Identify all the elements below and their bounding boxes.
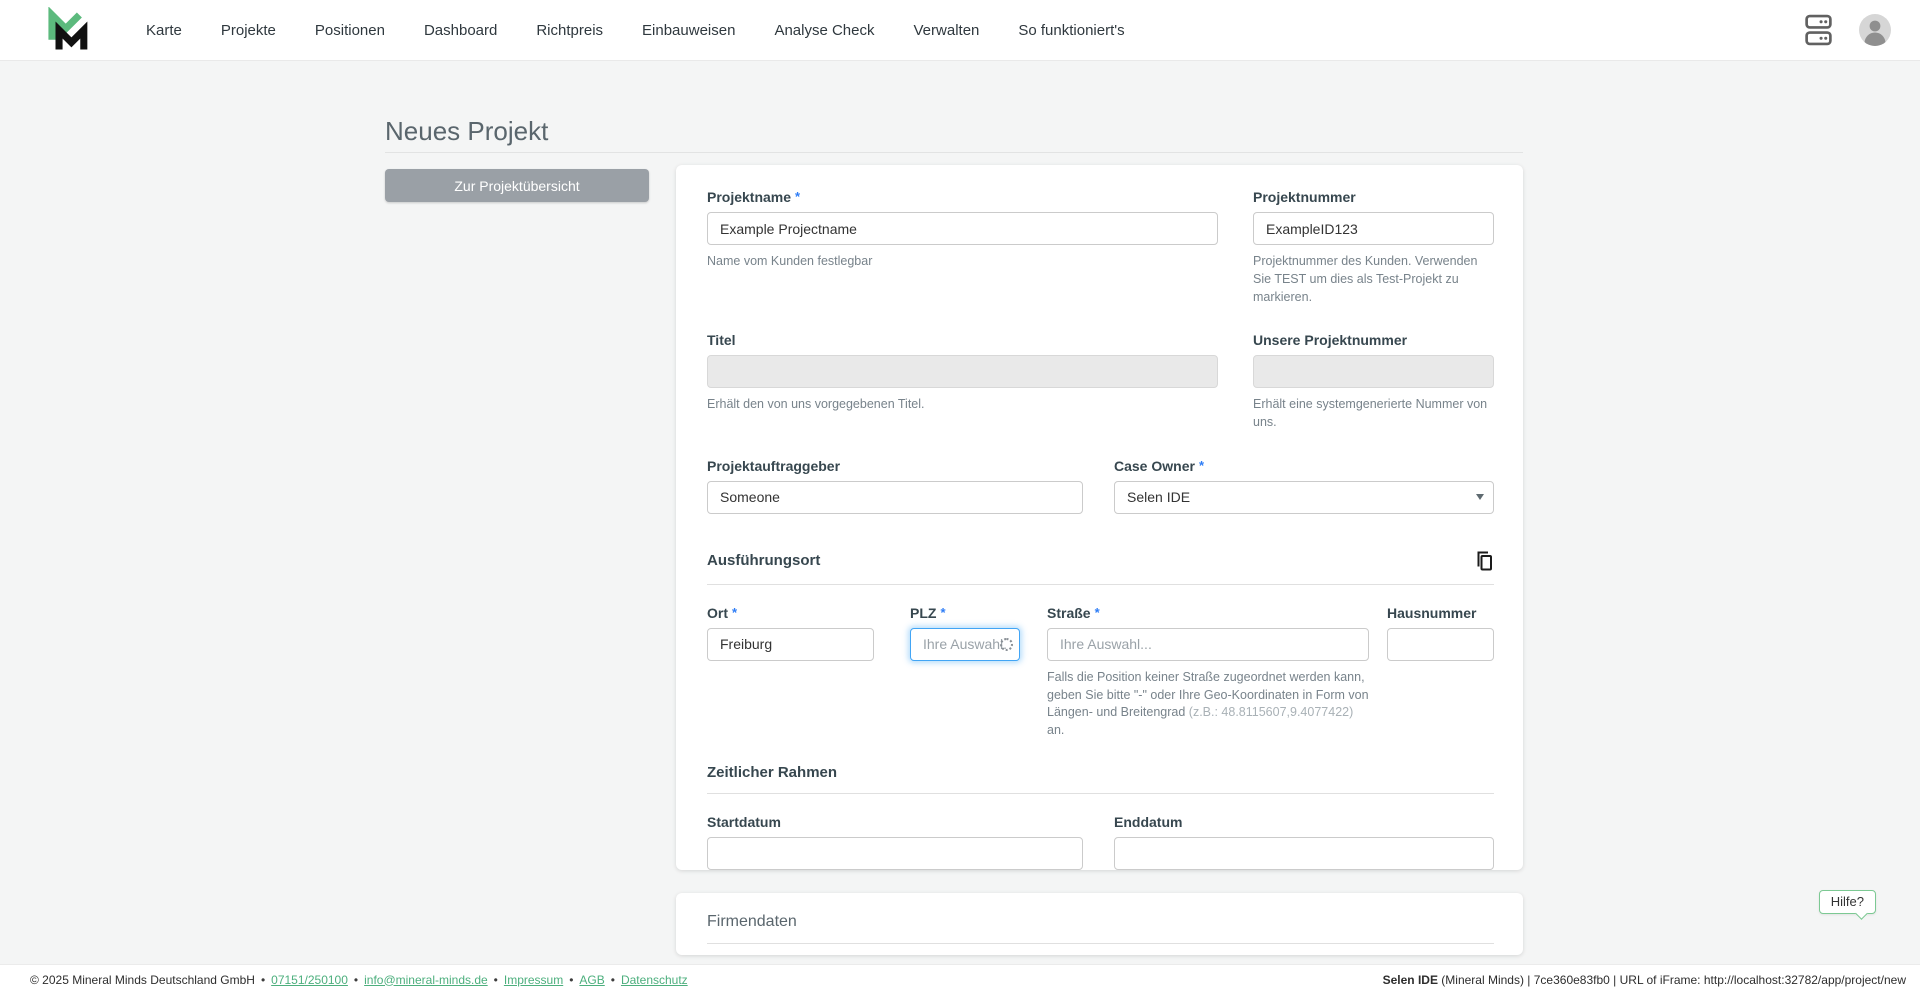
nav-item-projekte[interactable]: Projekte [221,22,276,39]
nav-item-so-funktionierts[interactable]: So funktioniert's [1018,22,1124,39]
startdatum-label: Startdatum [707,813,781,830]
ort-input[interactable] [707,627,874,661]
unsere-projektnummer-input [1253,355,1494,389]
nav-item-positionen[interactable]: Positionen [315,22,385,39]
footer-link-phone[interactable]: 07151/250100 [271,973,348,987]
required-marker: * [795,189,801,204]
plz-label: PLZ * [910,604,946,621]
logo-icon [48,7,88,50]
copy-icon[interactable] [1474,550,1494,572]
field-plz: PLZ * [910,605,1020,740]
help-button[interactable]: Hilfe? [1818,890,1876,914]
loading-spinner-icon [1000,637,1013,651]
field-ort: Ort * [707,605,874,740]
projektname-helper: Name vom Kunden festlegbar [707,254,873,268]
projektname-label: Projektname * [707,189,801,205]
section-zeitlicher-rahmen: Zeitlicher Rahmen [707,764,1494,794]
strasse-helper: Falls die Position keiner Straße zugeord… [1047,669,1369,737]
required-marker: * [1198,457,1204,473]
case-owner-selected-value: Selen IDE [1127,489,1191,506]
strasse-input[interactable] [1047,627,1369,661]
startdatum-input[interactable] [707,836,1083,870]
top-navigation-bar: Karte Projekte Positionen Dashboard Rich… [0,0,1920,61]
required-marker: * [1094,604,1100,620]
title-divider [385,152,1523,153]
required-marker: * [940,604,946,620]
field-unsere-projektnummer: Unsere Projektnummer Erhält eine systemg… [1253,332,1494,432]
page-title: Neues Projekt [385,116,549,146]
field-titel: Titel Erhält den von uns vorgegebenen Ti… [707,332,1218,432]
projektnummer-helper: Projektnummer des Kunden. Verwenden Sie … [1253,254,1478,304]
user-avatar[interactable] [1858,13,1892,47]
footer-link-agb[interactable]: AGB [579,973,604,987]
field-startdatum: Startdatum [707,814,1083,870]
field-projektauftraggeber: Projektauftraggeber [707,458,1083,514]
footer-user: Selen IDE [1382,972,1438,987]
footer-link-impressum[interactable]: Impressum [504,973,563,987]
titel-input [707,355,1218,389]
firmendaten-card: Firmendaten [676,893,1523,955]
mineral-minds-logo[interactable] [44,7,90,53]
zeitlicher-rahmen-title: Zeitlicher Rahmen [707,763,838,781]
field-hausnummer: Hausnummer [1387,605,1494,740]
firmendaten-title: Firmendaten [707,913,797,930]
section-ausfuehrungsort: Ausführungsort [707,550,1494,585]
footer-session-info: Selen IDE (Mineral Minds) | 7ce360e83fb0… [1383,973,1906,987]
server-icon[interactable] [1805,14,1832,46]
nav-item-dashboard[interactable]: Dashboard [424,22,497,39]
footer-link-email[interactable]: info@mineral-minds.de [364,973,488,987]
nav-item-verwalten[interactable]: Verwalten [914,22,980,39]
hausnummer-label: Hausnummer [1387,604,1477,621]
section-firmendaten: Firmendaten [707,913,1494,944]
hausnummer-input[interactable] [1387,627,1494,661]
chevron-down-icon [1476,493,1484,500]
case-owner-label: Case Owner * [1114,457,1204,474]
projektauftraggeber-label: Projektauftraggeber [707,457,841,474]
back-to-project-overview-button[interactable]: Zur Projektübersicht [385,169,649,202]
projektauftraggeber-input[interactable] [707,480,1083,514]
projektname-input[interactable] [707,212,1218,245]
project-form-card: Projektname* Name vom Kunden festlegbar … [676,165,1523,870]
topbar-actions [1805,13,1892,47]
footer-left: © 2025 Mineral Minds Deutschland GmbH • … [30,972,688,987]
footer-copyright: © 2025 Mineral Minds Deutschland GmbH [30,972,255,987]
enddatum-input[interactable] [1114,836,1494,870]
unsere-projektnummer-helper: Erhält eine systemgenerierte Nummer von … [1253,397,1488,429]
enddatum-label: Enddatum [1114,813,1183,830]
nav-item-analyse-check[interactable]: Analyse Check [774,22,874,39]
field-projektnummer: Projektnummer Projektnummer des Kunden. … [1253,189,1494,306]
titel-label: Titel [707,332,736,349]
field-case-owner: Case Owner * Selen IDE [1114,458,1494,514]
field-strasse: Straße* Falls die Position keiner Straße… [1047,605,1369,740]
nav-item-karte[interactable]: Karte [146,22,182,39]
footer: © 2025 Mineral Minds Deutschland GmbH • … [0,964,1920,994]
ort-label: Ort * [707,604,738,621]
main-nav: Karte Projekte Positionen Dashboard Rich… [146,22,1125,39]
projektnummer-input[interactable] [1253,212,1494,245]
field-projektname: Projektname* Name vom Kunden festlegbar [707,189,1218,306]
nav-item-einbauweisen[interactable]: Einbauweisen [642,22,735,39]
projektnummer-label: Projektnummer [1253,189,1356,205]
unsere-projektnummer-label: Unsere Projektnummer [1253,332,1408,349]
footer-session-details: (Mineral Minds) | 7ce360e83fb0 | URL of … [1437,972,1906,987]
case-owner-select[interactable]: Selen IDE [1114,480,1494,514]
required-marker: * [732,604,738,620]
nav-item-richtpreis[interactable]: Richtpreis [536,22,603,39]
titel-helper: Erhält den von uns vorgegebenen Titel. [707,397,925,412]
field-enddatum: Enddatum [1114,814,1494,870]
ausfuehrungsort-title: Ausführungsort [707,552,821,570]
strasse-label: Straße * [1047,604,1100,621]
footer-link-datenschutz[interactable]: Datenschutz [621,973,688,987]
